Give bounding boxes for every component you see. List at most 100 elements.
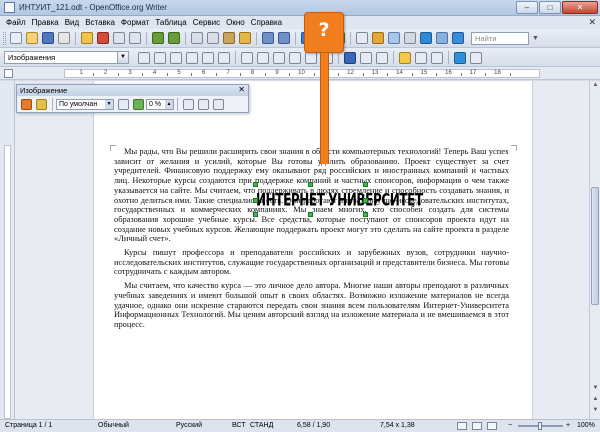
document-area[interactable]: Мы рады, что Вы решили расширить свои зн… (15, 81, 589, 419)
document-page[interactable]: Мы рады, что Вы решили расширить свои зн… (93, 81, 533, 419)
resize-handle[interactable] (253, 198, 258, 203)
print-icon[interactable] (113, 32, 125, 44)
close-icon[interactable]: ✕ (238, 85, 245, 94)
optimal-wrap-icon[interactable] (170, 51, 182, 64)
flip-horizontal-icon[interactable] (198, 98, 209, 110)
crop-icon[interactable] (213, 98, 224, 110)
menu-insert[interactable]: Вставка (82, 18, 118, 27)
paste-icon[interactable] (223, 32, 235, 44)
align-right-icon[interactable] (273, 51, 285, 64)
chevron-down-icon[interactable]: ▼ (105, 99, 113, 109)
chevron-down-icon[interactable]: ▼ (117, 52, 128, 63)
gallery-icon[interactable] (388, 32, 400, 44)
help-icon[interactable] (452, 32, 464, 44)
minimize-button[interactable]: – (516, 1, 538, 14)
page-style[interactable]: Обычный (98, 422, 129, 429)
vertical-scrollbar[interactable]: ▲ ▼ ▲ ▼ (589, 81, 600, 419)
wrap-left-icon[interactable] (186, 51, 198, 64)
book-view-icon[interactable] (487, 422, 497, 430)
copy-icon[interactable] (207, 32, 219, 44)
redo-icon[interactable] (278, 32, 290, 44)
email-icon[interactable] (58, 32, 70, 44)
align-center-icon[interactable] (257, 51, 269, 64)
send-to-back-icon[interactable] (431, 51, 443, 64)
anchor-icon[interactable] (454, 51, 466, 64)
align-top-icon[interactable] (289, 51, 301, 64)
close-document-icon[interactable]: ✕ (588, 17, 596, 28)
zoom-out-icon[interactable]: − (508, 422, 512, 429)
horizontal-ruler[interactable]: 123456789101112131415161718 (0, 67, 600, 80)
image-toolbar-header[interactable]: Изображение ✕ (17, 85, 248, 96)
new-document-icon[interactable] (10, 32, 22, 44)
flip-vertical-icon[interactable] (183, 98, 194, 110)
document-text[interactable]: Мы рады, что Вы решили расширить свои зн… (114, 147, 509, 334)
wrap-right-icon[interactable] (202, 51, 214, 64)
stepper-icon[interactable]: ▲ (165, 99, 173, 109)
find-input[interactable]: Найти (471, 32, 529, 45)
wrap-off-icon[interactable] (138, 51, 150, 64)
tab-type-icon[interactable] (4, 69, 13, 78)
insert-mode[interactable]: ВСТ (232, 422, 246, 429)
scroll-down-icon[interactable]: ▼ (591, 385, 600, 394)
paragraph[interactable]: Курсы пишут профессора и преподаватели р… (114, 248, 509, 277)
color-icon[interactable] (118, 98, 129, 110)
clone-formatting-icon[interactable] (239, 32, 251, 44)
page-preview-icon[interactable] (129, 32, 141, 44)
zoom-icon[interactable] (436, 32, 448, 44)
find-replace-icon[interactable] (356, 32, 368, 44)
next-page-icon[interactable]: ▼ (591, 407, 600, 416)
undo-icon[interactable] (262, 32, 274, 44)
save-icon[interactable] (42, 32, 54, 44)
resize-handle[interactable] (253, 182, 258, 187)
single-page-view-icon[interactable] (457, 422, 467, 430)
spellcheck-icon[interactable] (152, 32, 164, 44)
menu-tools[interactable]: Сервис (190, 18, 223, 27)
zoom-in-icon[interactable]: + (566, 422, 570, 429)
previous-page-icon[interactable]: ▲ (591, 396, 600, 405)
borders-icon[interactable] (344, 51, 356, 64)
zoom-level[interactable]: 100% (577, 422, 595, 429)
menu-format[interactable]: Формат (118, 18, 152, 27)
resize-handle[interactable] (363, 182, 368, 187)
paragraph[interactable]: Мы считаем, что качество курса — это лич… (114, 281, 509, 330)
scroll-up-icon[interactable]: ▲ (591, 82, 600, 91)
language[interactable]: Русский (176, 422, 202, 429)
toolbar-grip[interactable] (3, 31, 6, 45)
export-pdf-icon[interactable] (97, 32, 109, 44)
autospellcheck-icon[interactable] (168, 32, 180, 44)
menu-view[interactable]: Вид (62, 18, 82, 27)
page-indicator[interactable]: Страница 1 / 1 (5, 422, 52, 429)
resize-handle[interactable] (363, 198, 368, 203)
edit-file-icon[interactable] (81, 32, 93, 44)
image-filter-icon[interactable] (21, 98, 32, 110)
navigator-icon[interactable] (372, 32, 384, 44)
border-color-icon[interactable] (376, 51, 388, 64)
open-folder-icon[interactable] (26, 32, 38, 44)
align-left-icon[interactable] (241, 51, 253, 64)
image-toolbar[interactable]: Изображение ✕ По умолчан ▼ 0 % ▲ (16, 84, 249, 113)
data-sources-icon[interactable] (404, 32, 416, 44)
menu-table[interactable]: Таблица (152, 18, 189, 27)
filter-dropdown-icon[interactable] (36, 98, 47, 110)
menu-edit[interactable]: Правка (29, 18, 62, 27)
multi-page-view-icon[interactable] (472, 422, 482, 430)
find-dropdown-icon[interactable]: ▼ (532, 35, 539, 42)
transparency-icon[interactable] (133, 98, 144, 110)
ruler-scale[interactable]: 123456789101112131415161718 (64, 69, 540, 78)
bring-to-front-icon[interactable] (415, 51, 427, 64)
zoom-slider-knob[interactable] (538, 422, 542, 430)
close-window-button[interactable]: ✕ (562, 1, 598, 14)
background-color-icon[interactable] (399, 51, 411, 64)
menu-file[interactable]: Файл (3, 18, 29, 27)
resize-handle[interactable] (253, 212, 258, 217)
scroll-thumb[interactable] (591, 187, 599, 305)
menu-window[interactable]: Окно (223, 18, 248, 27)
cut-icon[interactable] (191, 32, 203, 44)
selection-mode[interactable]: СТАНД (250, 422, 273, 429)
border-style-icon[interactable] (360, 51, 372, 64)
resize-handle[interactable] (308, 182, 313, 187)
nonprinting-chars-icon[interactable] (420, 32, 432, 44)
page-wrap-icon[interactable] (154, 51, 166, 64)
transparency-input[interactable]: 0 % ▲ (146, 98, 174, 110)
maximize-button[interactable]: □ (539, 1, 561, 14)
